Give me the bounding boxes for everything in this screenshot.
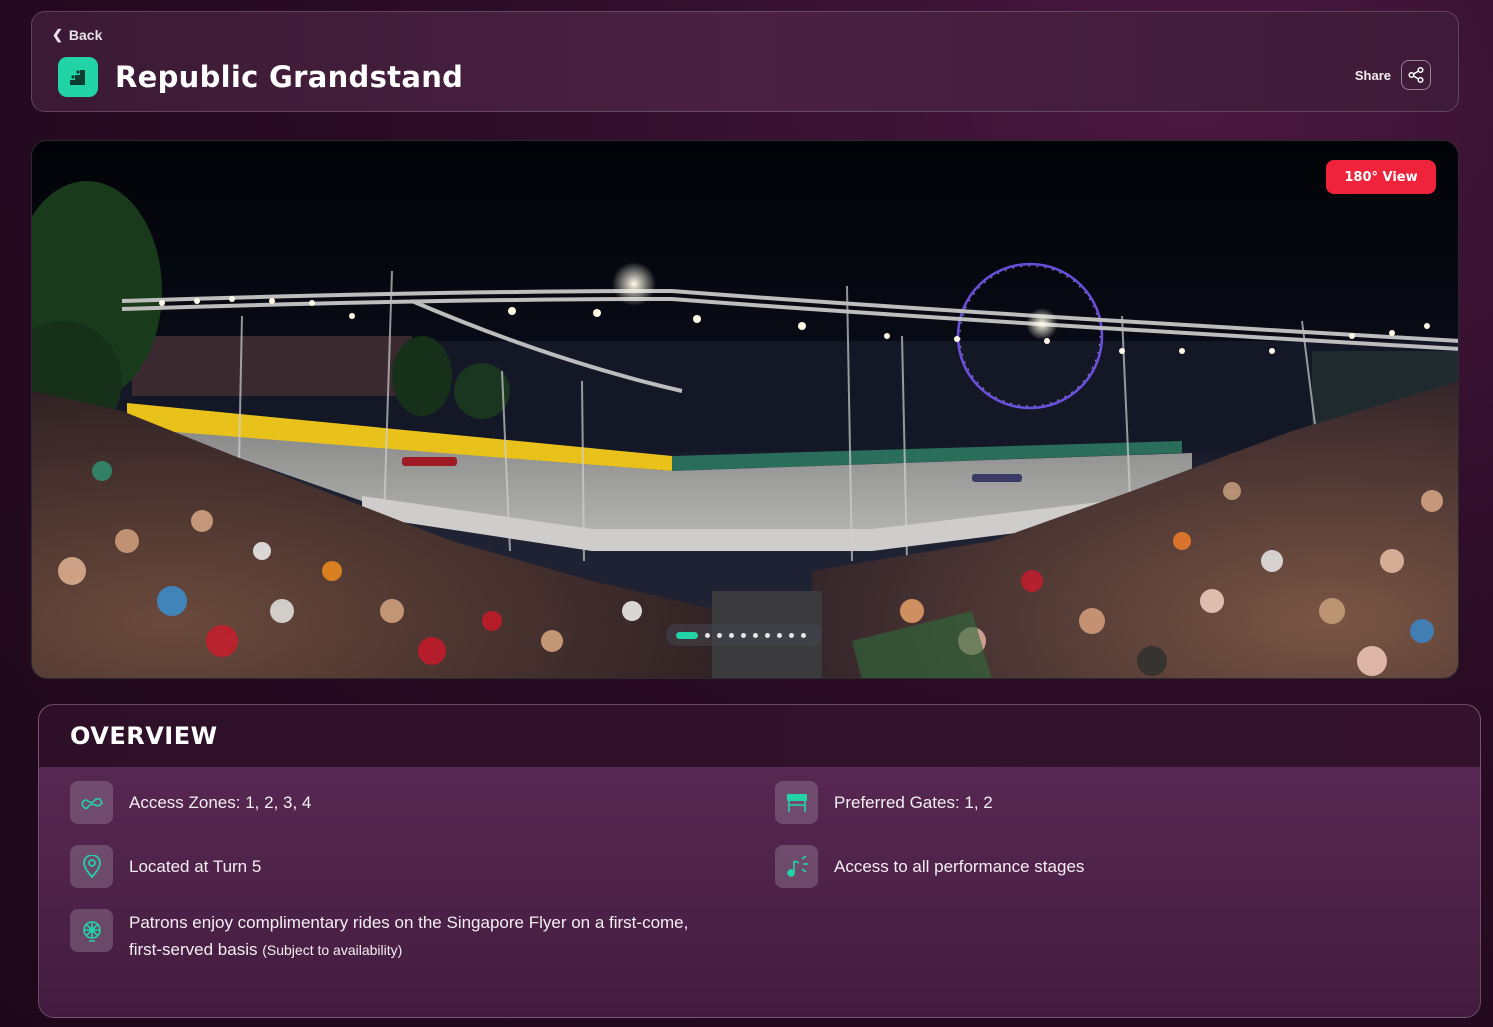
carousel-dot-3[interactable] [717,632,722,638]
page-title: Republic Grandstand [115,60,464,94]
feature-performance-stages: Access to all performance stages [775,845,1084,888]
feature-location: Located at Turn 5 [70,845,261,888]
carousel-dot-6[interactable] [753,632,758,638]
location-pin-icon [70,845,113,888]
feature-text: Located at Turn 5 [129,857,262,876]
feature-text: Preferred Gates: 1, 2 [834,793,993,812]
carousel-dot-1[interactable] [676,631,698,639]
share-label: Share [1354,67,1391,83]
carousel-dot-9[interactable] [789,632,794,638]
grandstand-photo [32,141,1458,678]
carousel-pagination [666,624,822,646]
gate-icon [775,781,818,824]
music-stage-icon [775,845,818,888]
share-icon[interactable] [1401,60,1431,90]
carousel-dot-7[interactable] [765,632,770,638]
feature-text: Access Zones: 1, 2, 3, 4 [129,793,312,812]
feature-access-zones: Access Zones: 1, 2, 3, 4 [70,781,311,824]
overview-header: OVERVIEW [39,705,1480,767]
grandstand-photo-gallery[interactable]: 180° View [31,140,1459,679]
chevron-left-icon: ❮ [52,27,63,42]
carousel-dot-4[interactable] [729,632,734,638]
overview-title: OVERVIEW [70,722,218,750]
feature-text-line1: Patrons enjoy complimentary rides on the… [129,913,689,932]
title-row: Republic Grandstand [58,57,463,97]
carousel-dot-5[interactable] [741,632,746,638]
feature-text: Access to all performance stages [834,857,1085,876]
feature-preferred-gates: Preferred Gates: 1, 2 [775,781,993,824]
track-map-icon [70,781,113,824]
feature-text: Patrons enjoy complimentary rides on the… [129,909,688,964]
carousel-dot-8[interactable] [777,632,782,638]
back-label: Back [68,27,103,43]
availability-note: (Subject to availability) [262,942,403,958]
ferris-wheel-icon [70,909,113,952]
share-button[interactable]: Share [1355,60,1431,90]
grandstand-icon [58,57,98,97]
header-card: ❮ Back Republic Grandstand Share [31,11,1459,112]
feature-text-line2: first-served basis [129,940,258,959]
view-180-badge[interactable]: 180° View [1326,160,1436,194]
carousel-dot-2[interactable] [705,632,710,638]
feature-singapore-flyer: Patrons enjoy complimentary rides on the… [70,909,688,964]
back-button[interactable]: ❮ Back [52,27,102,43]
overview-card: OVERVIEW Access Zones: 1, 2, 3, 4 Prefer… [38,704,1481,1018]
carousel-dot-10[interactable] [801,632,806,638]
